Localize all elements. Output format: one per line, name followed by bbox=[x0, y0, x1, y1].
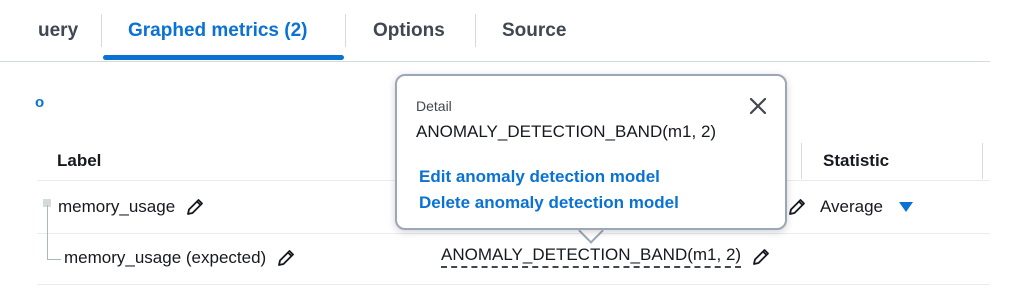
tab-options[interactable]: Options bbox=[373, 0, 445, 61]
truncated-link[interactable]: o bbox=[35, 94, 44, 111]
pencil-icon[interactable] bbox=[787, 197, 807, 217]
tab-divider bbox=[345, 14, 346, 47]
tree-connector bbox=[47, 259, 61, 260]
statistic-value: Average bbox=[820, 197, 884, 216]
pencil-icon[interactable] bbox=[185, 197, 205, 217]
statistic-select[interactable]: Average bbox=[820, 197, 914, 217]
edit-anomaly-model-link[interactable]: Edit anomaly detection model bbox=[419, 167, 660, 187]
active-tab-indicator bbox=[103, 55, 344, 60]
tab-query[interactable]: uery bbox=[38, 0, 78, 61]
row-edit-partial[interactable] bbox=[787, 197, 807, 217]
tab-divider bbox=[101, 14, 102, 47]
tab-graphed-metrics[interactable]: Graphed metrics (2) bbox=[128, 0, 308, 61]
pencil-icon[interactable] bbox=[751, 247, 771, 267]
popover-value: ANOMALY_DETECTION_BAND(m1, 2) bbox=[416, 122, 717, 141]
table-row: memory_usage bbox=[58, 197, 205, 217]
caret-down-icon[interactable] bbox=[899, 202, 914, 212]
metric-label: memory_usage bbox=[58, 197, 176, 216]
tree-connector bbox=[47, 205, 48, 259]
row-divider bbox=[37, 233, 990, 234]
pencil-icon[interactable] bbox=[276, 248, 296, 268]
detail-popover: Detail ANOMALY_DETECTION_BAND(m1, 2) Edi… bbox=[395, 74, 787, 230]
delete-anomaly-model-link[interactable]: Delete anomaly detection model bbox=[419, 193, 679, 213]
popover-header: Detail bbox=[416, 98, 452, 114]
close-icon[interactable] bbox=[746, 94, 770, 118]
details-expression[interactable]: ANOMALY_DETECTION_BAND(m1, 2) bbox=[441, 245, 742, 268]
table-row: memory_usage (expected) bbox=[64, 248, 296, 268]
tab-source[interactable]: Source bbox=[502, 0, 566, 61]
column-header-statistic: Statistic bbox=[823, 151, 890, 170]
column-header-label: Label bbox=[57, 151, 102, 170]
row-divider bbox=[37, 284, 990, 285]
tab-bar: uery Graphed metrics (2) Options Source bbox=[0, 0, 990, 62]
metric-label: memory_usage (expected) bbox=[64, 248, 267, 267]
tab-divider bbox=[475, 14, 476, 47]
column-divider bbox=[801, 143, 802, 179]
details-cell: ANOMALY_DETECTION_BAND(m1, 2) bbox=[441, 245, 771, 268]
column-divider bbox=[982, 143, 983, 179]
